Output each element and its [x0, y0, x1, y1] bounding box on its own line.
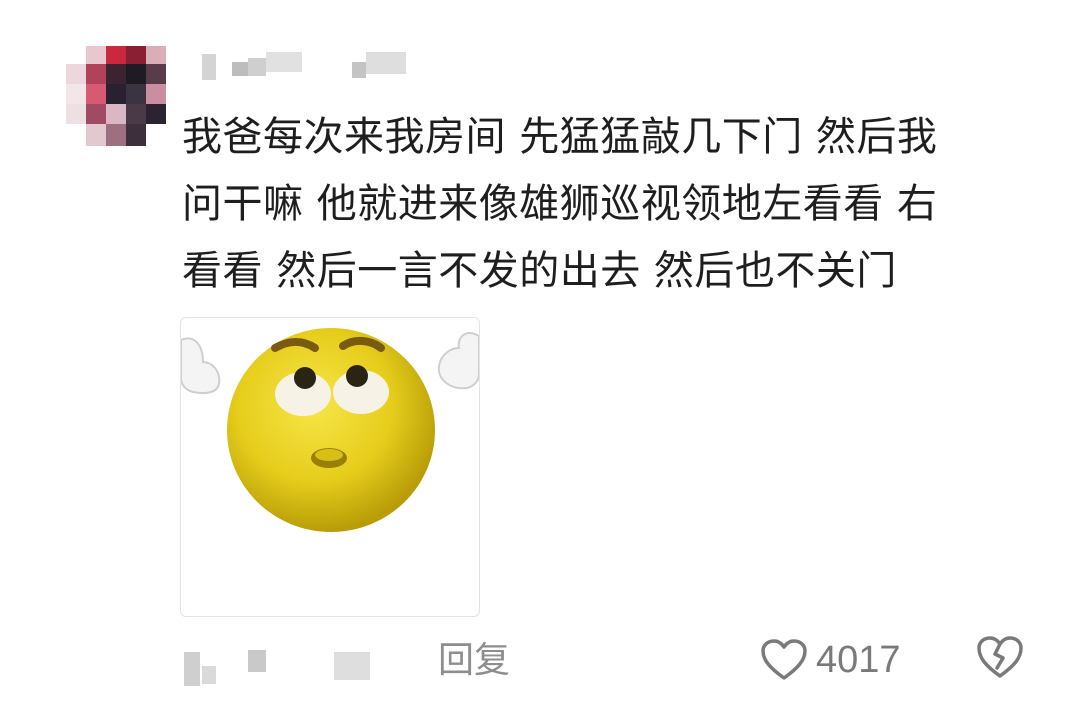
- broken-heart-icon: [977, 636, 1023, 678]
- comment-line: 看看 然后一言不发的出去 然后也不关门: [182, 248, 897, 294]
- emoji-sticker-icon: [181, 328, 479, 532]
- comment-line: 问干嘛 他就进来像雄狮巡视领地左看看 右: [182, 181, 938, 227]
- like-button[interactable]: 4017: [760, 634, 901, 686]
- reply-button[interactable]: 回复: [438, 638, 510, 684]
- dislike-button[interactable]: [975, 634, 1025, 686]
- avatar[interactable]: [64, 46, 168, 150]
- heart-outline-icon: [761, 639, 807, 680]
- comment-line: 我爸每次来我房间 先猛猛敲几下门 然后我: [182, 114, 938, 160]
- sticker-image[interactable]: [180, 317, 480, 617]
- timestamp-blurred: [184, 648, 374, 688]
- username-blurred[interactable]: [184, 46, 424, 86]
- comment-text: 我爸每次来我房间 先猛猛敲几下门 然后我 问干嘛 他就进来像雄狮巡视领地左看看 …: [182, 104, 1032, 305]
- like-count: 4017: [816, 638, 901, 681]
